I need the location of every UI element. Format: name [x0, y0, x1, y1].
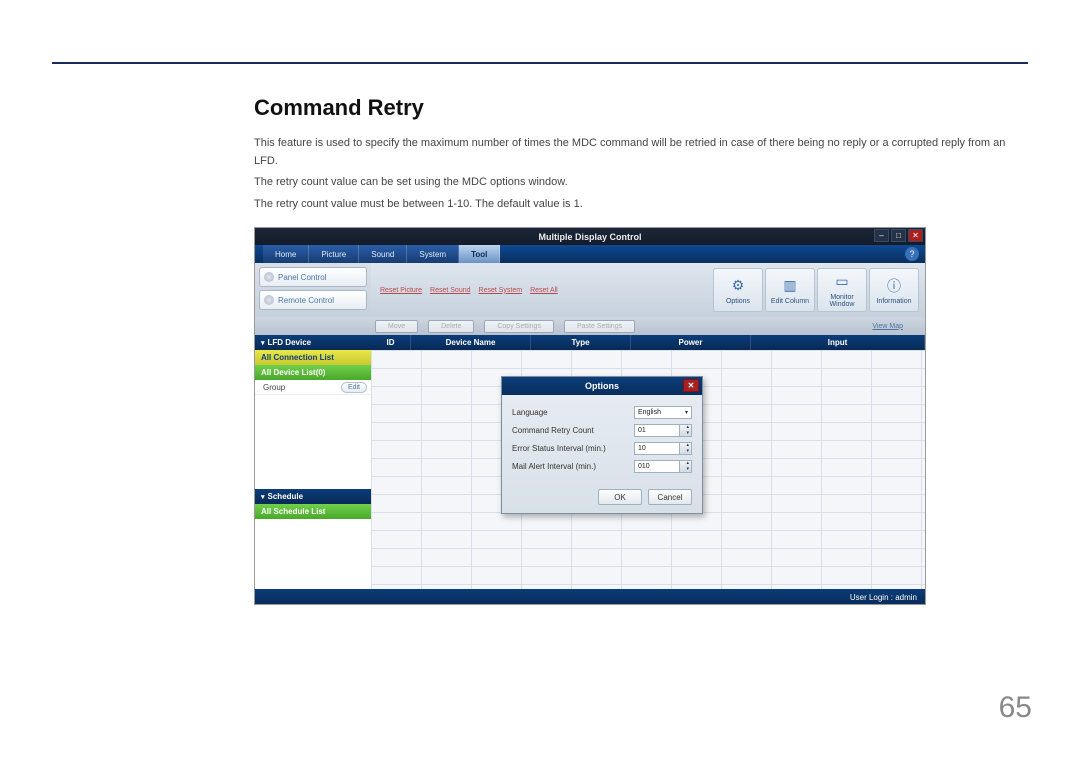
- option-row-retry-count: Command Retry Count 01: [512, 421, 692, 439]
- dialog-title: Options ✕: [502, 377, 702, 395]
- col-device-name[interactable]: Device Name: [411, 335, 531, 350]
- option-row-error-interval: Error Status Interval (min.) 10: [512, 439, 692, 457]
- copy-settings-button[interactable]: Copy Settings: [484, 320, 554, 333]
- ok-button[interactable]: OK: [598, 489, 642, 505]
- information-button[interactable]: ⓘ Information: [869, 268, 919, 312]
- dialog-body: Language English Command Retry Count 01 …: [502, 395, 702, 483]
- delete-button[interactable]: Delete: [428, 320, 474, 333]
- sidebar-bottom-spacer: [255, 519, 371, 589]
- options-button[interactable]: ⚙ Options: [713, 268, 763, 312]
- sidebar-section-schedule[interactable]: Schedule: [255, 489, 371, 504]
- minimize-button[interactable]: –: [874, 229, 889, 242]
- menu-tab-home[interactable]: Home: [263, 245, 309, 263]
- edit-column-button[interactable]: ▥ Edit Column: [765, 268, 815, 312]
- grid-header-row: ID Device Name Type Power Input: [371, 335, 925, 350]
- toolbar: Panel Control Remote Control Reset Pictu…: [255, 263, 925, 317]
- dialog-close-button[interactable]: ✕: [683, 379, 699, 392]
- sidebar-item-device-list[interactable]: All Device List(0): [255, 365, 371, 380]
- monitor-icon: ▭: [832, 272, 852, 292]
- options-label: Options: [726, 298, 750, 306]
- grid-body: Options ✕ Language English Command Retry…: [371, 350, 925, 589]
- option-row-language: Language English: [512, 403, 692, 421]
- edit-column-label: Edit Column: [771, 298, 809, 306]
- monitor-window-button[interactable]: ▭ Monitor Window: [817, 268, 867, 312]
- toolbar-icons: ⚙ Options ▥ Edit Column ▭ Monitor Window…: [713, 268, 919, 312]
- menu-tab-tool[interactable]: Tool: [459, 245, 500, 263]
- dialog-title-text: Options: [585, 381, 619, 391]
- language-label: Language: [512, 408, 634, 417]
- retry-count-spinner[interactable]: 01: [634, 424, 692, 437]
- panel-control-button[interactable]: Panel Control: [259, 267, 367, 287]
- mail-interval-spinner[interactable]: 010: [634, 460, 692, 473]
- column-icon: ▥: [780, 276, 800, 296]
- menu-tab-sound[interactable]: Sound: [359, 245, 407, 263]
- option-row-mail-interval: Mail Alert Interval (min.) 010: [512, 457, 692, 475]
- page-number: 65: [999, 691, 1032, 725]
- edit-button[interactable]: Edit: [341, 382, 367, 393]
- retry-count-label: Command Retry Count: [512, 426, 634, 435]
- reset-sound-link[interactable]: Reset Sound: [427, 285, 473, 296]
- status-text: User Login : admin: [850, 593, 917, 602]
- reset-picture-link[interactable]: Reset Picture: [377, 285, 425, 296]
- mail-interval-label: Mail Alert Interval (min.): [512, 462, 634, 471]
- paragraph-3: The retry count value must be between 1-…: [254, 196, 1028, 214]
- window-titlebar: Multiple Display Control – □ ✕: [255, 228, 925, 245]
- sub-toolbar: Move Delete Copy Settings Paste Settings…: [255, 317, 925, 335]
- section-heading: Command Retry: [254, 95, 1028, 121]
- mdc-app-window: Multiple Display Control – □ ✕ Home Pict…: [254, 227, 926, 605]
- col-input[interactable]: Input: [751, 335, 925, 350]
- options-dialog: Options ✕ Language English Command Retry…: [501, 376, 703, 514]
- window-title: Multiple Display Control: [538, 232, 641, 242]
- paragraph-2: The retry count value can be set using t…: [254, 174, 1028, 192]
- main-menu: Home Picture Sound System Tool ?: [255, 245, 925, 263]
- language-dropdown[interactable]: English: [634, 406, 692, 419]
- sidebar-group-label: Group: [263, 383, 285, 392]
- col-id[interactable]: ID: [371, 335, 411, 350]
- sidebar-section-lfd[interactable]: LFD Device: [255, 335, 371, 350]
- content-area: Command Retry This feature is used to sp…: [254, 95, 1028, 605]
- sidebar-item-schedule-list[interactable]: All Schedule List: [255, 504, 371, 519]
- sidebar-spacer: [255, 395, 371, 489]
- reset-system-link[interactable]: Reset System: [476, 285, 526, 296]
- col-type[interactable]: Type: [531, 335, 631, 350]
- cancel-button[interactable]: Cancel: [648, 489, 692, 505]
- device-grid: ID Device Name Type Power Input Options …: [371, 335, 925, 589]
- move-button[interactable]: Move: [375, 320, 418, 333]
- sidebar-group-row: Group Edit: [255, 380, 371, 395]
- gear-icon: ⚙: [728, 276, 748, 296]
- paste-settings-button[interactable]: Paste Settings: [564, 320, 635, 333]
- menu-tab-picture[interactable]: Picture: [309, 245, 359, 263]
- remote-control-button[interactable]: Remote Control: [259, 290, 367, 310]
- reset-all-link[interactable]: Reset All: [527, 285, 561, 296]
- information-label: Information: [876, 298, 911, 306]
- error-interval-label: Error Status Interval (min.): [512, 444, 634, 453]
- toolbar-right: Reset Picture Reset Sound Reset System R…: [371, 263, 925, 317]
- body-area: LFD Device All Connection List All Devic…: [255, 335, 925, 589]
- error-interval-spinner[interactable]: 10: [634, 442, 692, 455]
- sidebar-item-connection-list[interactable]: All Connection List: [255, 350, 371, 365]
- toolbar-left: Panel Control Remote Control: [255, 263, 371, 317]
- close-button[interactable]: ✕: [908, 229, 923, 242]
- col-power[interactable]: Power: [631, 335, 751, 350]
- sidebar: LFD Device All Connection List All Devic…: [255, 335, 371, 589]
- header-divider: [52, 62, 1028, 64]
- reset-links: Reset Picture Reset Sound Reset System R…: [377, 285, 561, 296]
- paragraph-1: This feature is used to specify the maxi…: [254, 135, 1028, 170]
- view-map-link[interactable]: View Map: [860, 320, 915, 333]
- dialog-footer: OK Cancel: [502, 483, 702, 513]
- help-icon[interactable]: ?: [905, 247, 919, 261]
- status-bar: User Login : admin: [255, 589, 925, 605]
- menu-tab-system[interactable]: System: [407, 245, 459, 263]
- info-icon: ⓘ: [884, 276, 904, 296]
- monitor-window-label: Monitor Window: [818, 294, 866, 309]
- maximize-button[interactable]: □: [891, 229, 906, 242]
